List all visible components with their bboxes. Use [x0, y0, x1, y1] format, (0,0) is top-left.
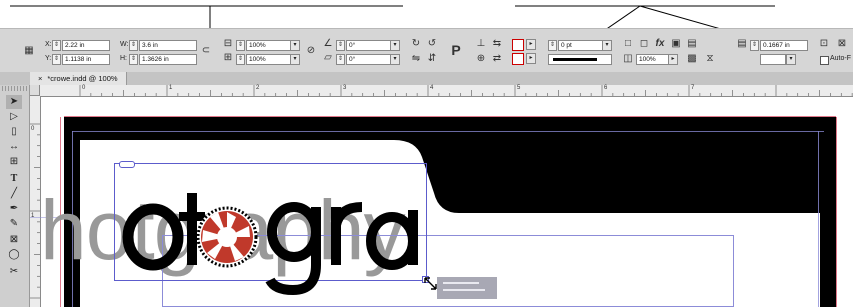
- transform-tooltip: [437, 277, 497, 299]
- tooltip-line: [443, 289, 485, 291]
- cursor-icon: [424, 277, 437, 290]
- logo-artwork: [122, 193, 418, 296]
- tooltip-line: [443, 282, 479, 284]
